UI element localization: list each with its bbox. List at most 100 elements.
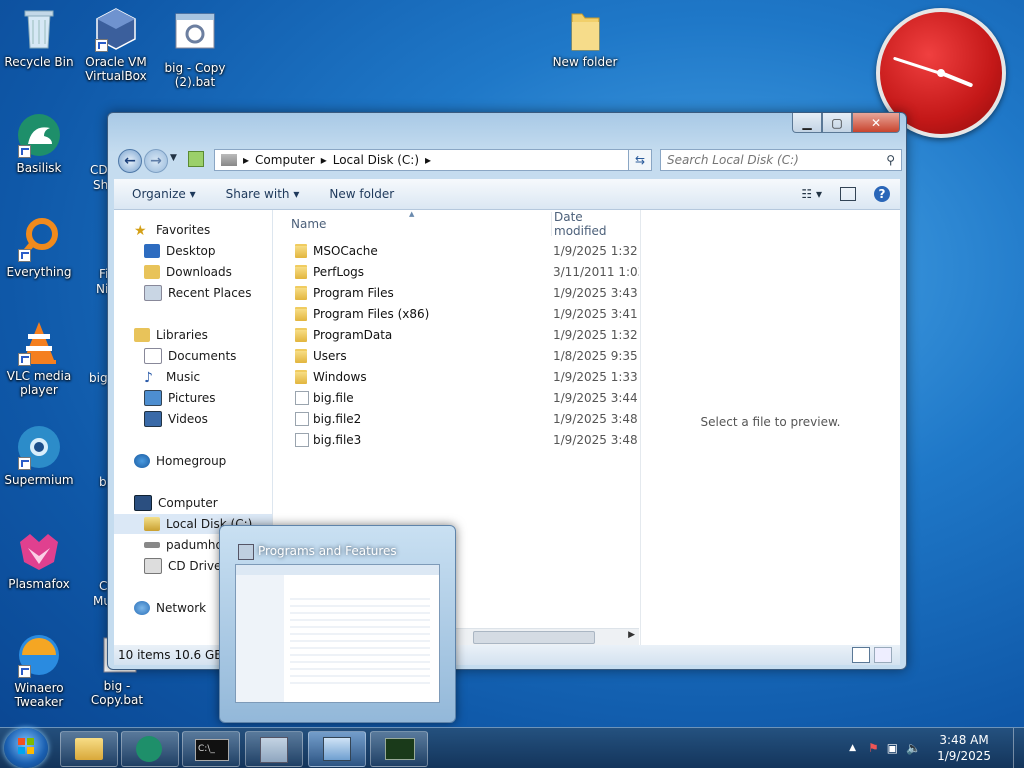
desktop-icon-label: Everything — [6, 265, 72, 279]
nav-music[interactable]: ♪ Music — [144, 367, 200, 387]
maximize-button[interactable]: ▢ — [822, 113, 852, 133]
share-with-menu[interactable]: Share with ▾ — [208, 187, 312, 201]
videos-icon — [144, 411, 162, 427]
taskbar-cmd[interactable]: C:\_ — [182, 731, 240, 767]
sort-indicator-icon: ▲ — [409, 210, 415, 218]
desktop-icon-supermium[interactable]: Supermium — [0, 424, 78, 487]
breadcrumb-separator[interactable]: ▸ — [321, 153, 327, 167]
basilisk-icon — [16, 112, 62, 158]
file-row[interactable]: PerfLogs3/11/2011 1:03 A — [273, 261, 639, 282]
start-button[interactable] — [4, 728, 48, 768]
desktop-icon-plasmafox[interactable]: Plasmafox — [0, 528, 78, 591]
scrollbar-thumb[interactable] — [473, 631, 595, 644]
search-icon[interactable]: ⚲ — [886, 153, 895, 167]
desktop-icon-basilisk[interactable]: Basilisk — [0, 112, 78, 175]
breadcrumb-local-disk[interactable]: Local Disk (C:) — [333, 153, 419, 167]
new-folder-button[interactable]: New folder — [311, 187, 406, 201]
desktop-icon-recycle-bin[interactable]: Recycle Bin — [0, 6, 78, 69]
desktop-icon-big-copy-2-bat[interactable]: big - Copy (2).bat — [156, 12, 234, 89]
partial-desktop-label: big — [89, 371, 108, 385]
documents-icon — [144, 348, 162, 364]
file-icon — [295, 391, 309, 405]
taskbar-programs-features[interactable] — [245, 731, 303, 767]
file-row[interactable]: Windows1/9/2025 1:33 AM — [273, 366, 639, 387]
file-row[interactable]: ProgramData1/9/2025 1:32 AM — [273, 324, 639, 345]
nav-homegroup[interactable]: Homegroup — [134, 451, 226, 471]
file-row[interactable]: Users1/8/2025 9:35 PM — [273, 345, 639, 366]
nav-documents[interactable]: Documents — [144, 346, 236, 366]
desktop-icon-winaero[interactable]: Winaero Tweaker — [0, 632, 78, 709]
downloads-icon — [144, 265, 160, 279]
nav-recent-places[interactable]: Recent Places — [144, 283, 251, 303]
desktop-icon-new-folder[interactable]: New folder — [546, 6, 624, 69]
network-status-icon[interactable]: ▣ — [887, 741, 898, 755]
view-options-icon[interactable]: ☷ ▾ — [801, 187, 822, 201]
taskbar-control-panel[interactable] — [308, 731, 366, 767]
file-row[interactable]: Program Files (x86)1/9/2025 3:41 AM — [273, 303, 639, 324]
tiles-view-icon[interactable] — [874, 647, 892, 663]
file-row[interactable]: big.file31/9/2025 3:48 AM — [273, 429, 639, 450]
taskbar-task-manager[interactable] — [370, 731, 428, 767]
close-button[interactable]: ✕ — [852, 113, 900, 133]
help-icon[interactable]: ? — [874, 186, 890, 202]
nav-network[interactable]: Network — [134, 598, 206, 618]
caption-buttons: ▁ ▢ ✕ — [792, 113, 900, 133]
nav-desktop[interactable]: Desktop — [144, 241, 216, 261]
nav-libraries[interactable]: Libraries — [134, 325, 208, 345]
address-bar[interactable]: ▸ Computer ▸ Local Disk (C:) ▸ ▼ — [214, 149, 646, 171]
search-input[interactable] — [665, 152, 869, 168]
breadcrumb-separator[interactable]: ▸ — [243, 153, 249, 167]
desktop-icon-label: VLC media player — [6, 369, 72, 397]
pictures-icon — [144, 390, 162, 406]
details-view-icon[interactable] — [852, 647, 870, 663]
nav-pictures[interactable]: Pictures — [144, 388, 216, 408]
show-desktop-button[interactable] — [1013, 728, 1024, 768]
taskbar-thumbnail-preview[interactable]: Programs and Features — [219, 525, 456, 723]
taskbar-basilisk[interactable] — [121, 731, 179, 767]
taskbar: C:\_ ▲ ⚑ ▣ 🔈 3:48 AM 1/9/2025 — [0, 727, 1024, 768]
taskbar-clock[interactable]: 3:48 AM 1/9/2025 — [937, 732, 991, 764]
recent-pages-dropdown[interactable]: ▼ — [170, 153, 177, 163]
back-button[interactable]: ← — [118, 149, 142, 173]
file-row[interactable]: big.file21/9/2025 3:48 AM — [273, 408, 639, 429]
desktop-icon-vlc[interactable]: VLC media player — [0, 320, 78, 397]
desktop-icon-virtualbox[interactable]: Oracle VM VirtualBox — [77, 6, 155, 83]
windows-logo-icon — [18, 738, 34, 754]
minimize-button[interactable]: ▁ — [792, 113, 822, 133]
action-center-icon[interactable]: ⚑ — [868, 741, 879, 755]
column-header-name[interactable]: Name — [291, 212, 326, 236]
folder-icon — [295, 244, 307, 258]
nav-downloads[interactable]: Downloads — [144, 262, 232, 282]
cmd-icon: C:\_ — [195, 739, 229, 761]
refresh-button[interactable]: ⇆ — [628, 149, 652, 171]
desktop-icon-everything[interactable]: Everything — [0, 216, 78, 279]
column-header-date-modified[interactable]: Date modified — [551, 210, 639, 238]
organize-menu[interactable]: Organize ▾ — [114, 187, 208, 201]
search-box[interactable]: ⚲ — [660, 149, 902, 171]
breadcrumb-computer[interactable]: Computer — [255, 153, 315, 167]
nav-videos[interactable]: Videos — [144, 409, 208, 429]
nav-network-drive[interactable]: padumho — [144, 535, 223, 555]
file-row[interactable]: MSOCache1/9/2025 1:32 AM — [273, 240, 639, 261]
file-row[interactable]: Program Files1/9/2025 3:43 AM — [273, 282, 639, 303]
folder-icon — [295, 265, 307, 279]
nav-computer[interactable]: Computer — [134, 493, 218, 513]
volume-icon[interactable]: 🔈 — [906, 741, 921, 755]
taskbar-explorer[interactable] — [60, 731, 118, 767]
preview-pane-icon[interactable] — [840, 187, 856, 201]
breadcrumb-separator[interactable]: ▸ — [425, 153, 431, 167]
desktop-icon-label: Plasmafox — [8, 577, 70, 591]
cd-drive-icon — [144, 558, 162, 574]
folder-icon — [295, 328, 307, 342]
folder-icon — [562, 6, 608, 52]
scroll-right-icon[interactable]: ▶ — [628, 630, 635, 640]
clock-date: 1/9/2025 — [937, 749, 991, 763]
nav-cd-drive[interactable]: CD Drive ( — [144, 556, 230, 576]
batch-file-icon — [172, 12, 218, 58]
explorer-icon — [75, 738, 103, 760]
show-hidden-icons-icon[interactable]: ▲ — [849, 743, 856, 753]
file-row[interactable]: big.file1/9/2025 3:44 AM — [273, 387, 639, 408]
nav-favorites[interactable]: ★ Favorites — [134, 220, 210, 240]
up-folder-icon[interactable] — [188, 151, 204, 167]
forward-button[interactable]: → — [144, 149, 168, 173]
